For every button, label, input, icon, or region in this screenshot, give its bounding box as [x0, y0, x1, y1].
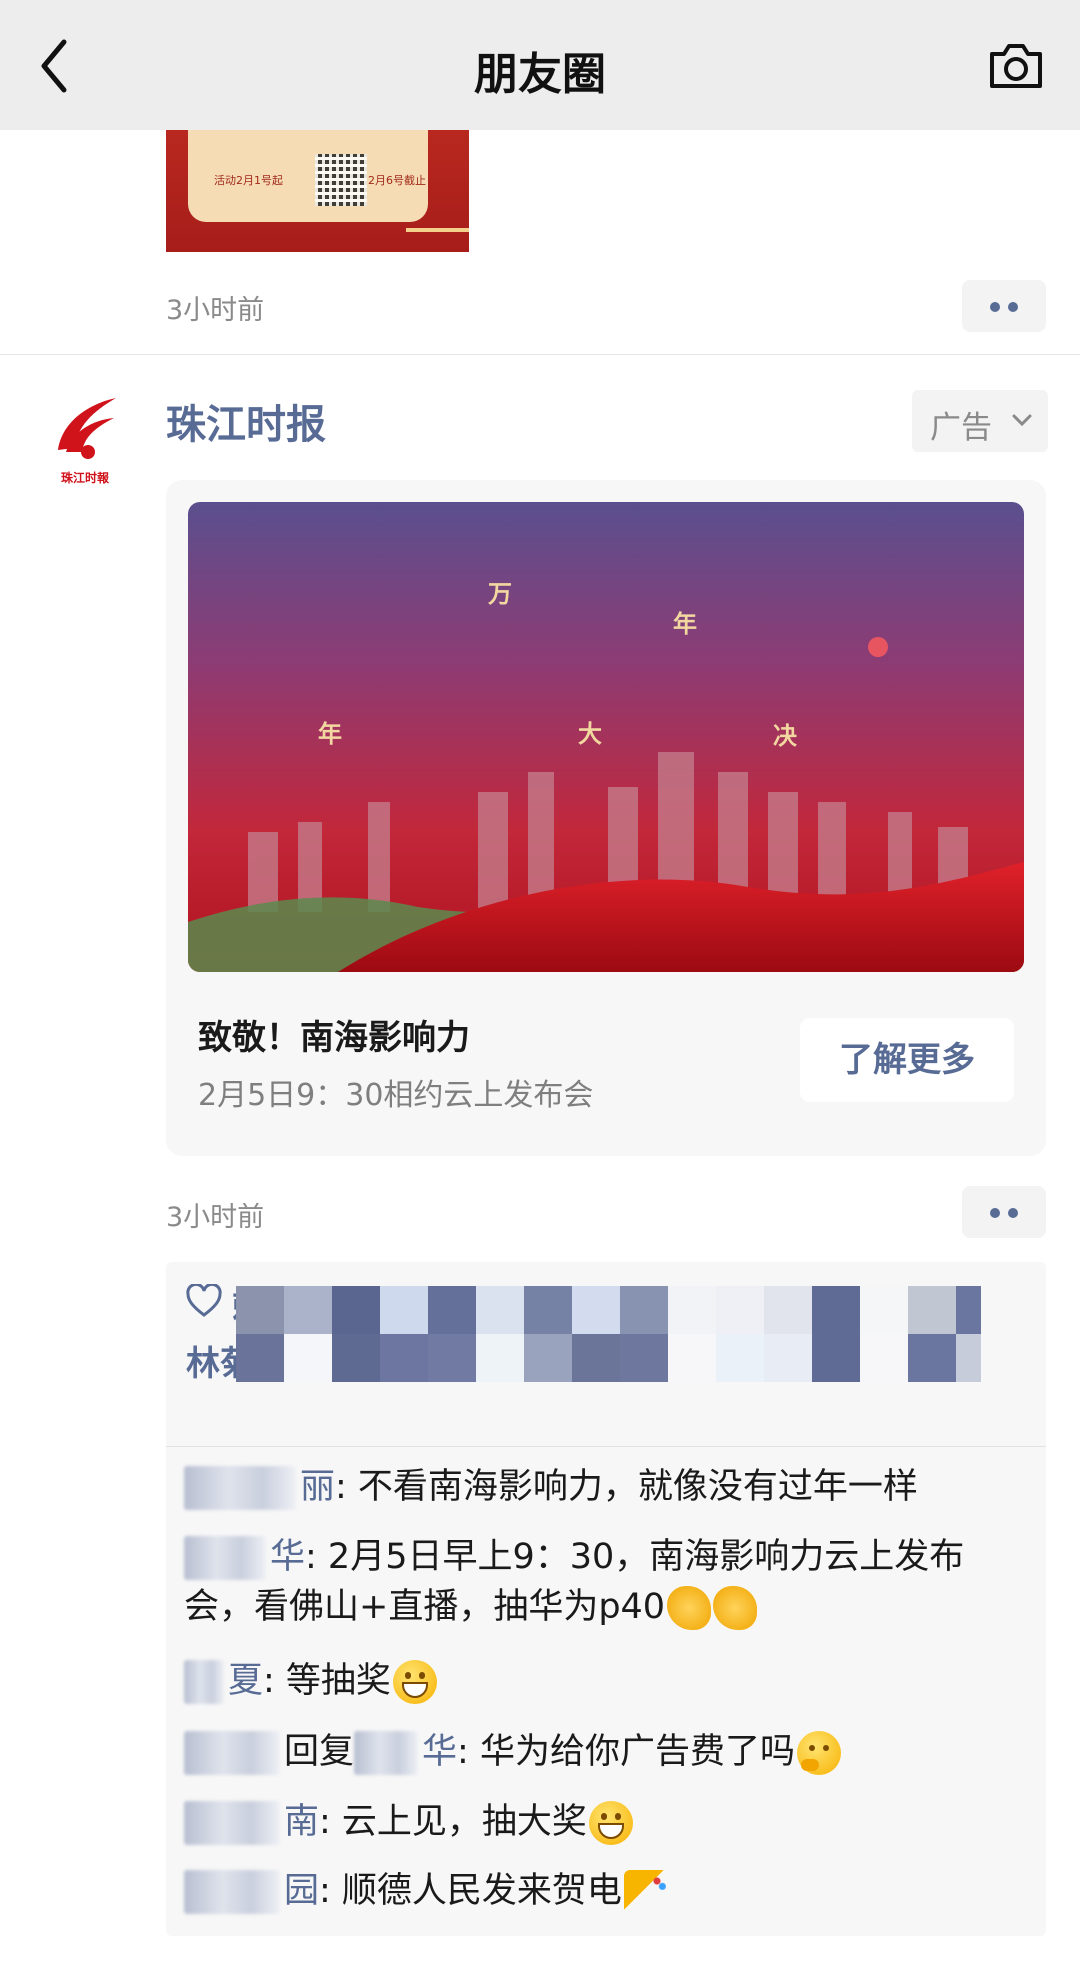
clap-emoji-icon [713, 1586, 758, 1630]
ad-label-text: 广告 [930, 410, 992, 446]
post-divider [0, 354, 1080, 355]
poster-card: 活动2月1号起 2月6号截止 [188, 130, 428, 222]
poster-text-start: 活动2月1号起 [214, 174, 283, 187]
ad-post-more-button[interactable] [962, 1186, 1046, 1238]
previous-post-time: 3小时前 [166, 295, 265, 326]
redacted-name [354, 1731, 419, 1775]
camera-icon[interactable] [986, 38, 1046, 94]
commenter-name[interactable]: 夏 [228, 1661, 263, 1701]
comments-panel: 赖 林菊,林 [166, 1262, 1046, 1936]
thinking-emoji-icon [796, 1731, 841, 1775]
reply-word: 回复 [284, 1732, 355, 1772]
commenter-name[interactable]: 丽 [300, 1467, 335, 1507]
svg-text:万: 万 [488, 579, 512, 608]
grin-emoji-icon [588, 1801, 633, 1845]
svg-text:决: 决 [773, 721, 798, 750]
grin-emoji-icon [392, 1660, 437, 1704]
comment-text: : 云上见，抽大奖 [319, 1802, 587, 1842]
navbar: 朋友圈 [0, 0, 1080, 130]
comment-row[interactable]: 夏: 等抽奖 [184, 1656, 1034, 1706]
heart-icon [186, 1284, 222, 1317]
comment-text: : 顺德人民发来贺电 [319, 1871, 622, 1911]
svg-text:珠江时報: 珠江时報 [61, 470, 110, 485]
ad-card-subtitle: 2月5日9：30相约云上发布会 [198, 1078, 594, 1113]
ad-banner-image[interactable]: 年 大 决 万 年 [188, 502, 1024, 972]
svg-text:年: 年 [673, 609, 697, 638]
ad-card-title: 致敬！南海影响力 [198, 1018, 470, 1058]
ad-label-button[interactable]: 广告 [912, 390, 1048, 452]
page-title: 朋友圈 [474, 49, 606, 100]
commenter-name[interactable]: 华 [270, 1537, 305, 1577]
redacted-name [184, 1536, 266, 1580]
comment-row[interactable]: 华: 2月5日早上9：30，南海影响力云上发布会，看佛山+直播，抽华为p40 [184, 1532, 1034, 1632]
previous-post-image[interactable]: 活动2月1号起 2月6号截止 [166, 130, 469, 252]
poster-text-end: 2月6号截止 [368, 174, 426, 187]
comment-text: : 华为给你广告费了吗 [457, 1732, 795, 1772]
ad-card[interactable]: 年 大 决 万 年 致敬！南海影响力 2月5日9：30相约云上发布会 了解更多 [166, 480, 1046, 1156]
learn-more-button[interactable]: 了解更多 [800, 1018, 1014, 1102]
redacted-name [184, 1870, 280, 1914]
comment-text: : 等抽奖 [263, 1661, 391, 1701]
comment-row[interactable]: 园: 顺德人民发来贺电 [184, 1866, 1034, 1916]
comment-row[interactable]: 南: 云上见，抽大奖 [184, 1797, 1034, 1847]
poster-decoration [406, 228, 469, 232]
commenter-name[interactable]: 园 [284, 1871, 319, 1911]
commenter-name[interactable]: 南 [284, 1802, 319, 1842]
party-popper-emoji-icon [623, 1870, 668, 1914]
reply-to-name[interactable]: 华 [422, 1732, 457, 1772]
comment-text: : 不看南海影响力，就像没有过年一样 [335, 1467, 918, 1507]
ad-author-name[interactable]: 珠江时报 [166, 392, 326, 450]
comment-row[interactable]: 回复 华: 华为给你广告费了吗 [184, 1727, 1034, 1777]
qr-code [315, 154, 367, 206]
redacted-name [184, 1731, 280, 1775]
svg-text:年: 年 [318, 719, 342, 748]
ad-post-time: 3小时前 [166, 1202, 265, 1233]
redacted-name [184, 1801, 280, 1845]
clap-emoji-icon [667, 1586, 712, 1630]
svg-text:大: 大 [578, 719, 602, 748]
previous-post-more-button[interactable] [962, 280, 1046, 332]
comment-row[interactable]: 丽: 不看南海影响力，就像没有过年一样 [184, 1462, 1034, 1512]
redacted-name [184, 1466, 296, 1510]
redacted-name [184, 1660, 224, 1704]
likes-comments-separator [166, 1446, 1046, 1447]
chevron-down-icon [1012, 414, 1032, 427]
redacted-likes [236, 1286, 981, 1382]
zhujiang-times-logo[interactable]: 珠江时報 [48, 392, 122, 488]
likes-section: 赖 林菊,林 [166, 1262, 1046, 1446]
